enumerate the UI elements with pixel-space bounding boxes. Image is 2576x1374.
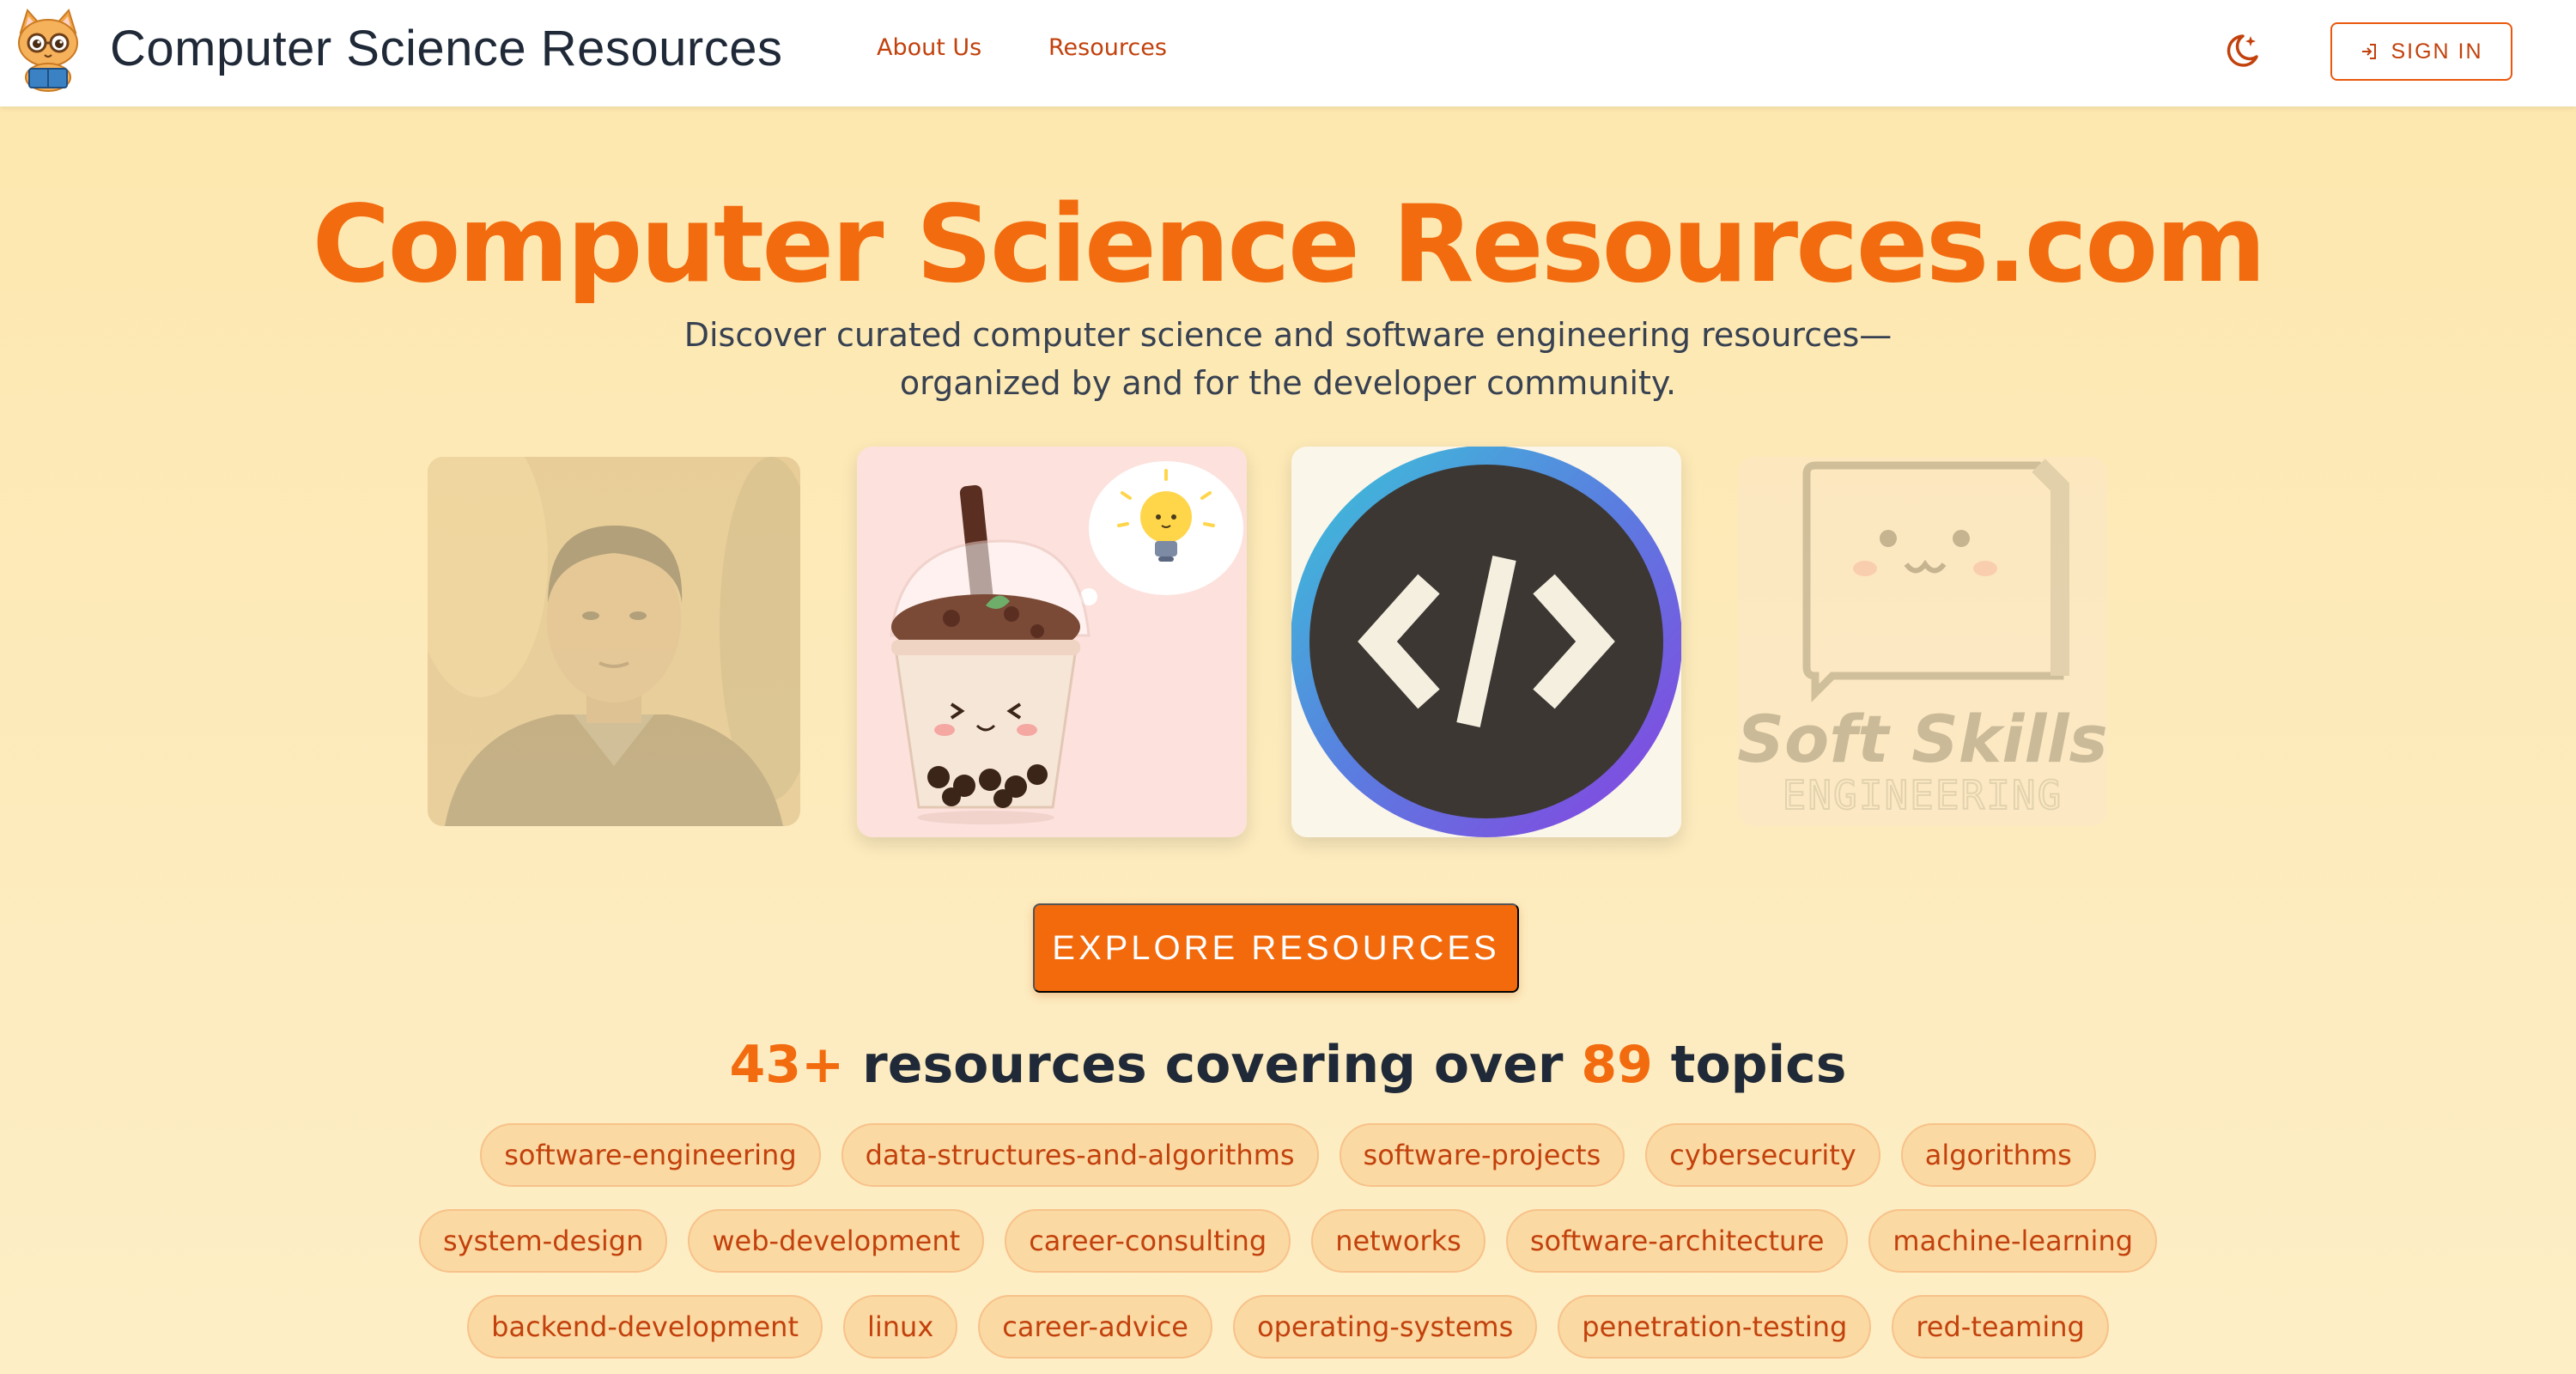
tag-algorithms[interactable]: algorithms bbox=[1900, 1123, 2096, 1187]
resource-carousel[interactable]: Soft Skills ENGINEERING bbox=[428, 447, 2107, 850]
site-brand-title[interactable]: Computer Science Resources bbox=[110, 19, 804, 79]
tag-data-structures-and-algorithms[interactable]: data-structures-and-algorithms bbox=[841, 1123, 1319, 1187]
nav-link-about-us[interactable]: About Us bbox=[877, 34, 981, 61]
tag-row: software-engineering data-structures-and… bbox=[480, 1123, 2096, 1187]
code-brackets-icon bbox=[1291, 447, 1681, 837]
topic-tags: software-engineering data-structures-and… bbox=[418, 1123, 2158, 1359]
topic-count: 89 bbox=[1581, 1035, 1653, 1095]
carousel-card-person-portrait[interactable] bbox=[428, 457, 800, 826]
soft-skills-logo-text: Soft Skills bbox=[1738, 701, 2107, 777]
nav-link-resources[interactable]: Resources bbox=[1048, 34, 1167, 61]
tag-career-consulting[interactable]: career-consulting bbox=[1005, 1209, 1291, 1273]
tag-backend-development[interactable]: backend-development bbox=[467, 1295, 823, 1359]
carousel-card-boba-tea[interactable] bbox=[857, 447, 1247, 837]
tag-software-engineering[interactable]: software-engineering bbox=[480, 1123, 821, 1187]
tag-penetration-testing[interactable]: penetration-testing bbox=[1558, 1295, 1872, 1359]
tag-row: system-design web-development career-con… bbox=[418, 1209, 2158, 1273]
tag-cybersecurity[interactable]: cybersecurity bbox=[1645, 1123, 1880, 1187]
stats-text-end: topics bbox=[1652, 1035, 1847, 1095]
sign-in-button[interactable]: SIGN IN bbox=[2330, 22, 2512, 81]
tag-machine-learning[interactable]: machine-learning bbox=[1868, 1209, 2158, 1273]
hero-subtitle: Discover curated computer science and so… bbox=[601, 311, 1975, 407]
sign-in-label: SIGN IN bbox=[2391, 39, 2483, 64]
explore-resources-button[interactable]: EXPLORE RESOURCES bbox=[1033, 903, 1519, 993]
carousel-card-code-logo[interactable] bbox=[1291, 447, 1681, 837]
tag-system-design[interactable]: system-design bbox=[418, 1209, 668, 1273]
stats-text-mid: resources covering over bbox=[844, 1035, 1582, 1095]
tag-row: backend-development linux career-advice … bbox=[467, 1295, 2109, 1359]
top-navbar: Computer Science Resources About Us Reso… bbox=[0, 0, 2576, 106]
resource-count: 43+ bbox=[729, 1035, 845, 1095]
hero-subtitle-line-2: organized by and for the developer commu… bbox=[899, 364, 1677, 402]
tag-linux[interactable]: linux bbox=[842, 1295, 958, 1359]
moon-stars-icon[interactable] bbox=[2222, 31, 2262, 70]
hero-title: Computer Science Resources.com bbox=[312, 183, 2266, 307]
tag-networks[interactable]: networks bbox=[1311, 1209, 1485, 1273]
cat-reading-logo-icon[interactable] bbox=[12, 7, 84, 93]
resource-stats-heading: 43+ resources covering over 89 topics bbox=[0, 1030, 2576, 1099]
tag-software-projects[interactable]: software-projects bbox=[1339, 1123, 1625, 1187]
tag-web-development[interactable]: web-development bbox=[688, 1209, 985, 1273]
engineering-logo-text: ENGINEERING bbox=[1783, 772, 2063, 818]
carousel-card-soft-skills-engineering[interactable]: Soft Skills ENGINEERING bbox=[1738, 457, 2107, 826]
tag-operating-systems[interactable]: operating-systems bbox=[1232, 1295, 1538, 1359]
hero-subtitle-line-1: Discover curated computer science and so… bbox=[683, 316, 1893, 354]
tag-career-advice[interactable]: career-advice bbox=[978, 1295, 1212, 1359]
tag-software-architecture[interactable]: software-architecture bbox=[1505, 1209, 1849, 1273]
login-icon bbox=[2362, 44, 2377, 59]
tag-red-teaming[interactable]: red-teaming bbox=[1892, 1295, 2109, 1359]
